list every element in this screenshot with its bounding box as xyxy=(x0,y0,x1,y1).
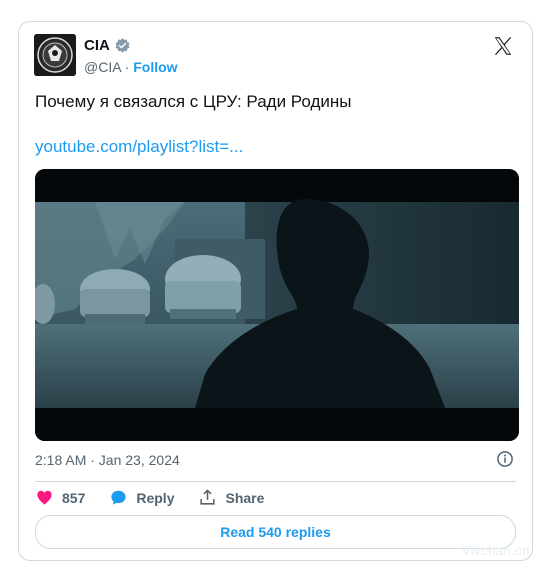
reply-button[interactable]: Reply xyxy=(109,488,174,507)
video-thumbnail[interactable] xyxy=(35,169,519,441)
tweet-card[interactable]: CIA @CIA · Follow Почему я связался с ЦР… xyxy=(18,21,533,561)
share-label: Share xyxy=(225,489,265,506)
tweet-link[interactable]: youtube.com/playlist?list=... xyxy=(35,137,243,157)
like-count: 857 xyxy=(62,489,86,506)
reply-bubble-icon xyxy=(111,490,126,505)
watermark: Vivchan.cn xyxy=(461,543,530,558)
like-button[interactable]: 857 xyxy=(35,488,85,507)
verified-badge-icon xyxy=(115,38,130,53)
tweet-timestamp[interactable]: 2:18 AM · Jan 23, 2024 xyxy=(35,452,180,468)
author-name[interactable]: CIA xyxy=(84,37,110,54)
divider xyxy=(35,481,516,482)
x-logo-icon[interactable] xyxy=(492,35,514,57)
read-replies-label: Read 540 replies xyxy=(220,524,331,540)
share-icon xyxy=(200,489,216,505)
reply-label: Reply xyxy=(136,489,175,506)
cia-seal-icon[interactable] xyxy=(34,34,76,76)
info-icon[interactable] xyxy=(496,450,514,468)
handle-separator: · xyxy=(120,59,134,75)
share-button[interactable]: Share xyxy=(198,488,264,507)
author-handle[interactable]: @CIA xyxy=(84,59,121,75)
read-replies-button[interactable]: Read 540 replies xyxy=(35,515,516,549)
tweet-text: Почему я связался с ЦРУ: Ради Родины xyxy=(35,92,352,111)
follow-button[interactable]: Follow xyxy=(133,59,177,75)
heart-icon xyxy=(37,490,52,505)
